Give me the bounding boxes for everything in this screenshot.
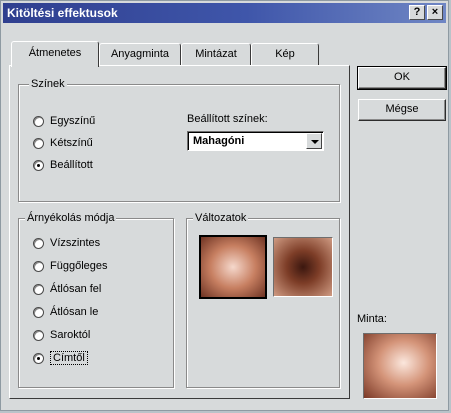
radio-from-title-label: Címtől <box>50 351 88 365</box>
radio-two-colors-label: Kétszínű <box>50 137 93 149</box>
radio-diagonal-down[interactable]: Átlósan le <box>33 304 98 320</box>
tab-panel-gradient: Színek Egyszínű Kétszínű Beállított Beál… <box>9 65 350 399</box>
colors-group: Színek Egyszínű Kétszínű Beállított Beál… <box>18 78 340 202</box>
radio-preset-label: Beállított <box>50 159 93 171</box>
radio-two-colors[interactable]: Kétszínű <box>33 135 93 151</box>
radio-vertical-label: Függőleges <box>50 260 108 272</box>
radio-horizontal-label: Vízszintes <box>50 237 101 249</box>
tab-picture-label: Kép <box>275 48 295 60</box>
variant-swatch-1[interactable] <box>199 235 267 299</box>
radio-diagonal-up-label: Átlósan fel <box>50 283 102 295</box>
radio-preset-dot <box>33 159 44 171</box>
radio-vertical[interactable]: Függőleges <box>33 258 108 274</box>
fill-effects-dialog: Kitöltési effektusok ? × Átmenetes Anyag… <box>0 0 449 411</box>
preset-colors-select[interactable]: Mahagóni <box>187 131 324 151</box>
window-title: Kitöltési effektusok <box>7 6 118 20</box>
radio-vertical-dot <box>33 260 44 272</box>
radio-one-color-dot <box>33 115 44 127</box>
radio-one-color[interactable]: Egyszínű <box>33 113 95 129</box>
radio-from-title[interactable]: Címtől <box>33 350 88 366</box>
radio-from-title-dot <box>33 352 44 364</box>
tab-texture[interactable]: Anyagminta <box>99 43 181 65</box>
radio-from-corner-dot <box>33 329 44 341</box>
tab-texture-label: Anyagminta <box>110 48 170 60</box>
close-button[interactable]: × <box>427 5 443 20</box>
shading-styles-legend: Árnyékolás módja <box>25 212 117 224</box>
radio-diagonal-up[interactable]: Átlósan fel <box>33 281 101 297</box>
radio-preset[interactable]: Beállított <box>33 157 93 173</box>
tab-picture[interactable]: Kép <box>251 43 319 65</box>
radio-diagonal-down-label: Átlósan le <box>50 306 99 318</box>
sample-label: Minta: <box>357 313 387 325</box>
variants-group: Változatok <box>186 212 340 388</box>
cancel-button[interactable]: Mégse <box>358 99 446 121</box>
radio-diagonal-down-dot <box>33 306 44 318</box>
tab-gradient-label: Átmenetes <box>28 47 82 59</box>
variants-legend: Változatok <box>193 212 249 224</box>
radio-diagonal-up-dot <box>33 283 44 295</box>
radio-horizontal-dot <box>33 237 44 249</box>
radio-one-color-label: Egyszínű <box>50 115 96 127</box>
chevron-down-icon[interactable] <box>306 133 322 149</box>
radio-two-colors-dot <box>33 137 44 149</box>
tab-gradient[interactable]: Átmenetes <box>11 41 99 67</box>
sample-preview <box>363 333 437 399</box>
radio-from-corner-label: Saroktól <box>50 329 91 341</box>
preset-colors-label: Beállított színek: <box>187 113 268 125</box>
radio-horizontal[interactable]: Vízszintes <box>33 235 100 251</box>
tab-pattern[interactable]: Mintázat <box>181 43 251 65</box>
colors-group-legend: Színek <box>29 78 67 90</box>
tab-pattern-label: Mintázat <box>195 48 237 60</box>
help-button[interactable]: ? <box>409 5 425 20</box>
ok-button[interactable]: OK <box>357 66 447 90</box>
radio-from-corner[interactable]: Saroktól <box>33 327 90 343</box>
preset-colors-value: Mahagóni <box>193 135 245 147</box>
title-bar: Kitöltési effektusok ? × <box>3 3 446 23</box>
variant-swatch-2[interactable] <box>273 237 333 297</box>
shading-styles-group: Árnyékolás módja Vízszintes Függőleges Á… <box>18 212 174 388</box>
